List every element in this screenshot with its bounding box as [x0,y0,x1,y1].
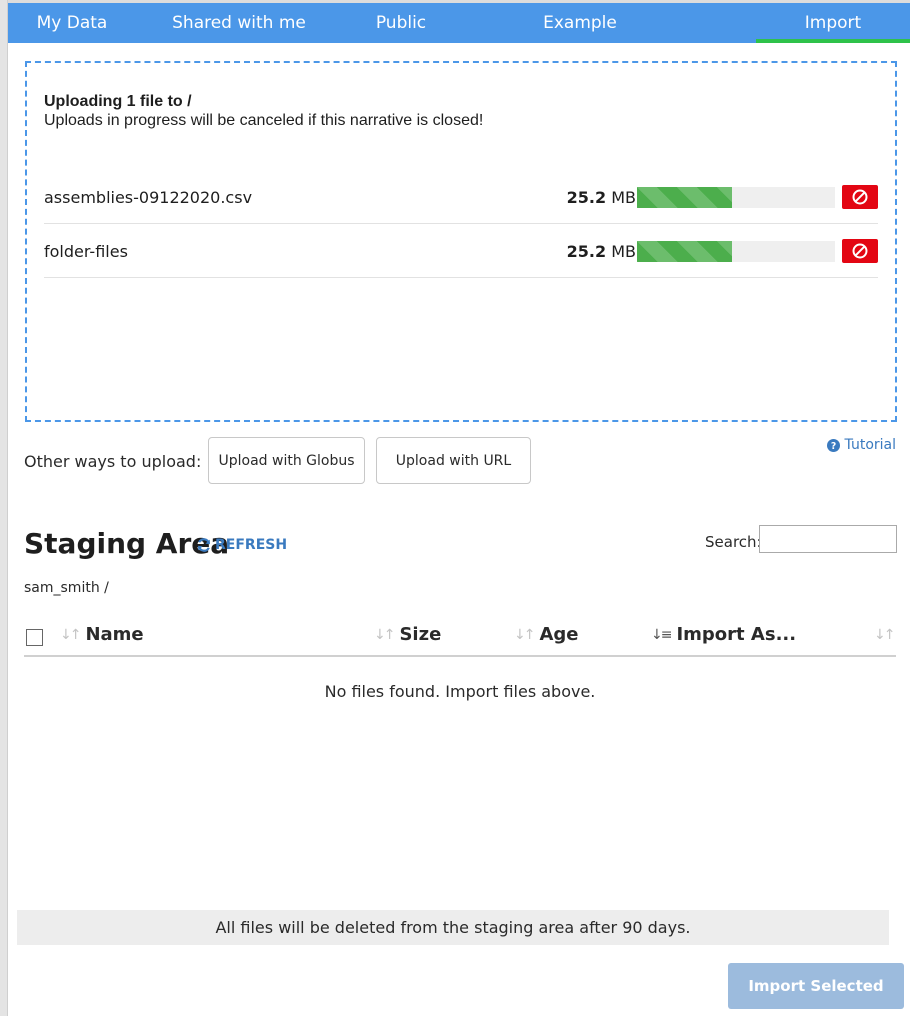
refresh-label: REFRESH [215,537,288,553]
upload-file-name: assemblies-09122020.csv [44,188,253,207]
upload-progress-fill [637,187,733,208]
refresh-icon [197,538,211,552]
import-selected-button[interactable]: Import Selected [728,963,904,1009]
column-header-actions[interactable]: ↓↑ [874,617,896,653]
question-circle-icon: ? [826,438,840,452]
refresh-button[interactable]: REFRESH [196,537,287,553]
svg-text:?: ? [830,441,835,452]
column-name-label: Name [85,624,144,645]
data-tab-bar: My Data Shared with me Public Example Im… [8,3,910,43]
upload-file-name: folder-files [44,242,128,261]
upload-file-size: 25.2 MB [566,242,636,261]
sort-icon: ↓↑ [514,627,536,643]
upload-progress-bar [637,241,835,262]
breadcrumb: sam_smith / [24,580,109,596]
ban-icon [852,189,868,205]
select-all-checkbox[interactable] [26,629,43,646]
tutorial-label: Tutorial [844,437,896,453]
column-age-label: Age [539,624,579,645]
tutorial-link[interactable]: ? Tutorial [826,437,896,453]
sort-icon: ↓↑ [374,627,396,643]
column-header-age[interactable]: ↓↑ Age [514,617,579,653]
upload-with-globus-button[interactable]: Upload with Globus [208,437,365,484]
upload-dropzone[interactable]: Uploading 1 file to / Uploads in progres… [25,61,897,422]
column-import-as-label: Import As... [676,624,797,645]
column-size-label: Size [399,624,442,645]
left-panel-edge [0,0,8,1016]
other-upload-label: Other ways to upload: [24,452,202,471]
staging-search-input[interactable] [759,525,897,553]
upload-with-url-button[interactable]: Upload with URL [376,437,531,484]
column-header-name[interactable]: ↓↑ Name [60,617,144,653]
staging-table-header: ↓↑ Name ↓↑ Size ↓↑ Age ↓≡ Import As... ↓… [24,617,896,657]
tab-shared-with-me[interactable]: Shared with me [136,3,342,43]
tab-import[interactable]: Import [756,3,910,43]
sort-descending-icon: ↓≡ [651,627,673,643]
upload-file-row: assemblies-09122020.csv 25.2 MB [44,171,878,224]
cancel-upload-button[interactable] [842,185,878,209]
upload-progress-bar [637,187,835,208]
tab-example[interactable]: Example [460,3,700,43]
tab-public[interactable]: Public [342,3,460,43]
tab-my-data[interactable]: My Data [8,3,136,43]
column-header-import-as[interactable]: ↓≡ Import As... [651,617,796,653]
ban-icon [852,243,868,259]
upload-file-size: 25.2 MB [566,188,636,207]
column-header-size[interactable]: ↓↑ Size [374,617,441,653]
search-label: Search: [705,533,762,551]
cancel-upload-button[interactable] [842,239,878,263]
sort-icon: ↓↑ [874,627,896,643]
upload-file-row: folder-files 25.2 MB [44,225,878,278]
sort-icon: ↓↑ [60,627,82,643]
upload-warning-text: Uploads in progress will be canceled if … [44,112,484,129]
upload-status-title: Uploading 1 file to / [44,93,192,110]
empty-table-message: No files found. Import files above. [324,682,596,701]
staging-deletion-notice: All files will be deleted from the stagi… [17,910,889,945]
upload-progress-fill [637,241,733,262]
